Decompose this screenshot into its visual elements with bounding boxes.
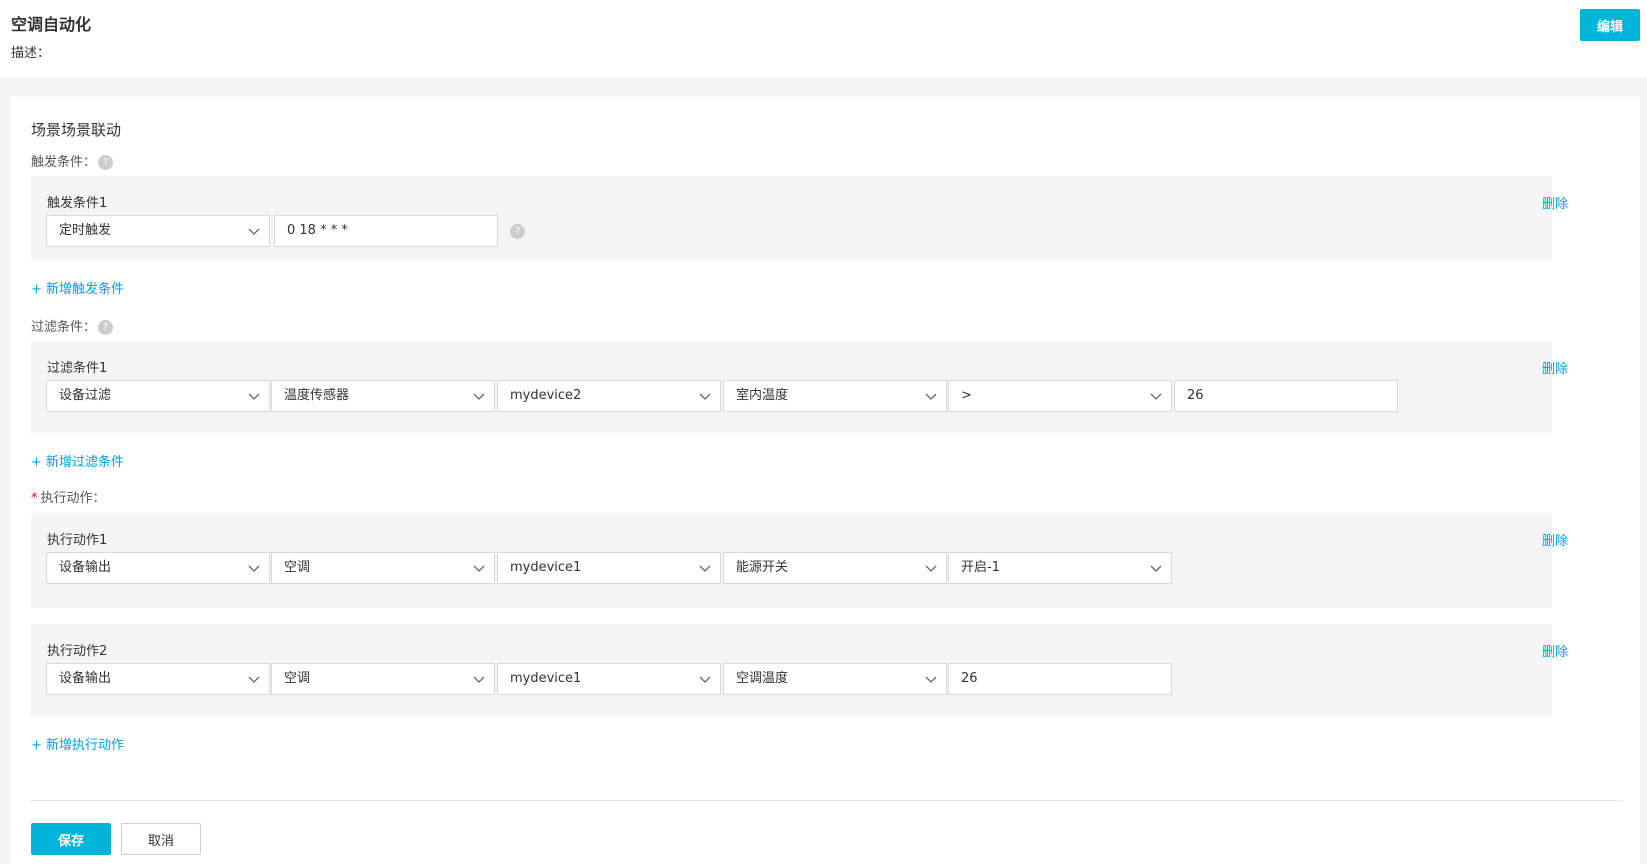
filter-operator-select[interactable]: > (948, 380, 1172, 412)
help-icon[interactable]: ? (98, 320, 114, 335)
trigger-label-text: 触发条件： (31, 155, 97, 170)
select-value: mydevice1 (510, 671, 582, 686)
select-value: 空调温度 (736, 671, 789, 686)
edit-button[interactable]: 编辑 (1580, 9, 1640, 41)
chevron-down-icon (1150, 393, 1162, 400)
add-trigger-link[interactable]: + 新增触发条件 (31, 278, 124, 297)
chevron-down-icon (925, 676, 937, 683)
filter-property-select[interactable]: 室内温度 (723, 380, 947, 412)
action-product-select[interactable]: 空调 (271, 552, 495, 584)
action-property-select[interactable]: 能源开关 (723, 552, 947, 584)
select-value: 定时触发 (59, 223, 112, 238)
actions-label: * 执行动作： (31, 487, 106, 506)
chevron-down-icon (925, 565, 937, 572)
chevron-down-icon (248, 676, 260, 683)
actions-label-text: 执行动作： (40, 491, 106, 506)
action-type-select[interactable]: 设备输出 (46, 552, 270, 584)
page-header: 空调自动化 描述： 编辑 (0, 0, 1647, 77)
filter-label: 过滤条件：? (31, 316, 114, 335)
description-label: 描述： (11, 46, 51, 61)
scene-panel: 场景场景联动 触发条件：? 触发条件1 定时触发 0 18 * * * ? 删除… (11, 97, 1640, 864)
trigger-type-select[interactable]: 定时触发 (46, 215, 270, 247)
select-value: 温度传感器 (284, 388, 350, 403)
chevron-down-icon (699, 676, 711, 683)
save-button[interactable]: 保存 (31, 823, 111, 855)
select-value: mydevice2 (510, 388, 582, 403)
page-title: 空调自动化 (11, 15, 92, 34)
cron-input[interactable]: 0 18 * * * (274, 215, 498, 247)
action-device-select[interactable]: mydevice1 (497, 663, 721, 695)
chevron-down-icon (248, 565, 260, 572)
action-block-2: 执行动作2 设备输出 空调 mydevice1 空调温度 26 (31, 624, 1552, 716)
select-value: 空调 (284, 560, 311, 575)
action-device-select[interactable]: mydevice1 (497, 552, 721, 584)
delete-filter-link[interactable]: 删除 (1542, 358, 1568, 377)
cancel-button[interactable]: 取消 (121, 823, 201, 855)
trigger-block: 触发条件1 定时触发 0 18 * * * ? (31, 176, 1552, 261)
action-block-title: 执行动作2 (47, 644, 108, 659)
action-type-select[interactable]: 设备输出 (46, 663, 270, 695)
action-property-select[interactable]: 空调温度 (723, 663, 947, 695)
chevron-down-icon (473, 565, 485, 572)
select-value: 空调 (284, 671, 311, 686)
add-action-link[interactable]: + 新增执行动作 (31, 734, 124, 753)
chevron-down-icon (473, 393, 485, 400)
select-value: 开启-1 (961, 560, 1000, 575)
action-value-select[interactable]: 开启-1 (948, 552, 1172, 584)
chevron-down-icon (925, 393, 937, 400)
select-value: 室内温度 (736, 388, 789, 403)
filter-block: 过滤条件1 设备过滤 温度传感器 mydevice2 室内温度 > 26 (31, 341, 1552, 433)
help-icon[interactable]: ? (98, 155, 114, 170)
chevron-down-icon (699, 565, 711, 572)
action-value-input[interactable]: 26 (948, 663, 1172, 695)
cron-help-icon[interactable]: ? (510, 224, 525, 239)
select-value: > (961, 388, 972, 403)
chevron-down-icon (248, 393, 260, 400)
chevron-down-icon (1150, 565, 1162, 572)
chevron-down-icon (248, 228, 260, 235)
add-filter-link[interactable]: + 新增过滤条件 (31, 451, 124, 470)
filter-device-select[interactable]: mydevice2 (497, 380, 721, 412)
required-mark: * (31, 491, 38, 506)
action-block-1: 执行动作1 设备输出 空调 mydevice1 能源开关 开启-1 (31, 513, 1552, 608)
trigger-label: 触发条件：? (31, 151, 114, 170)
select-value: 设备输出 (59, 671, 112, 686)
chevron-down-icon (473, 676, 485, 683)
select-value: 能源开关 (736, 560, 789, 575)
filter-label-text: 过滤条件： (31, 320, 97, 335)
section-title: 场景场景联动 (31, 121, 122, 139)
cron-input-value: 0 18 * * * (287, 223, 348, 238)
threshold-value: 26 (1187, 388, 1204, 403)
delete-trigger-link[interactable]: 删除 (1542, 193, 1568, 212)
select-value: 设备过滤 (59, 388, 112, 403)
select-value: 设备输出 (59, 560, 112, 575)
filter-block-title: 过滤条件1 (47, 361, 108, 376)
filter-product-select[interactable]: 温度传感器 (271, 380, 495, 412)
input-value: 26 (961, 671, 978, 686)
chevron-down-icon (699, 393, 711, 400)
filter-type-select[interactable]: 设备过滤 (46, 380, 270, 412)
divider (31, 800, 1622, 801)
filter-threshold-input[interactable]: 26 (1174, 380, 1398, 412)
delete-action-2-link[interactable]: 删除 (1542, 641, 1568, 660)
action-block-title: 执行动作1 (47, 533, 108, 548)
trigger-block-title: 触发条件1 (47, 196, 108, 211)
select-value: mydevice1 (510, 560, 582, 575)
delete-action-1-link[interactable]: 删除 (1542, 530, 1568, 549)
action-product-select[interactable]: 空调 (271, 663, 495, 695)
